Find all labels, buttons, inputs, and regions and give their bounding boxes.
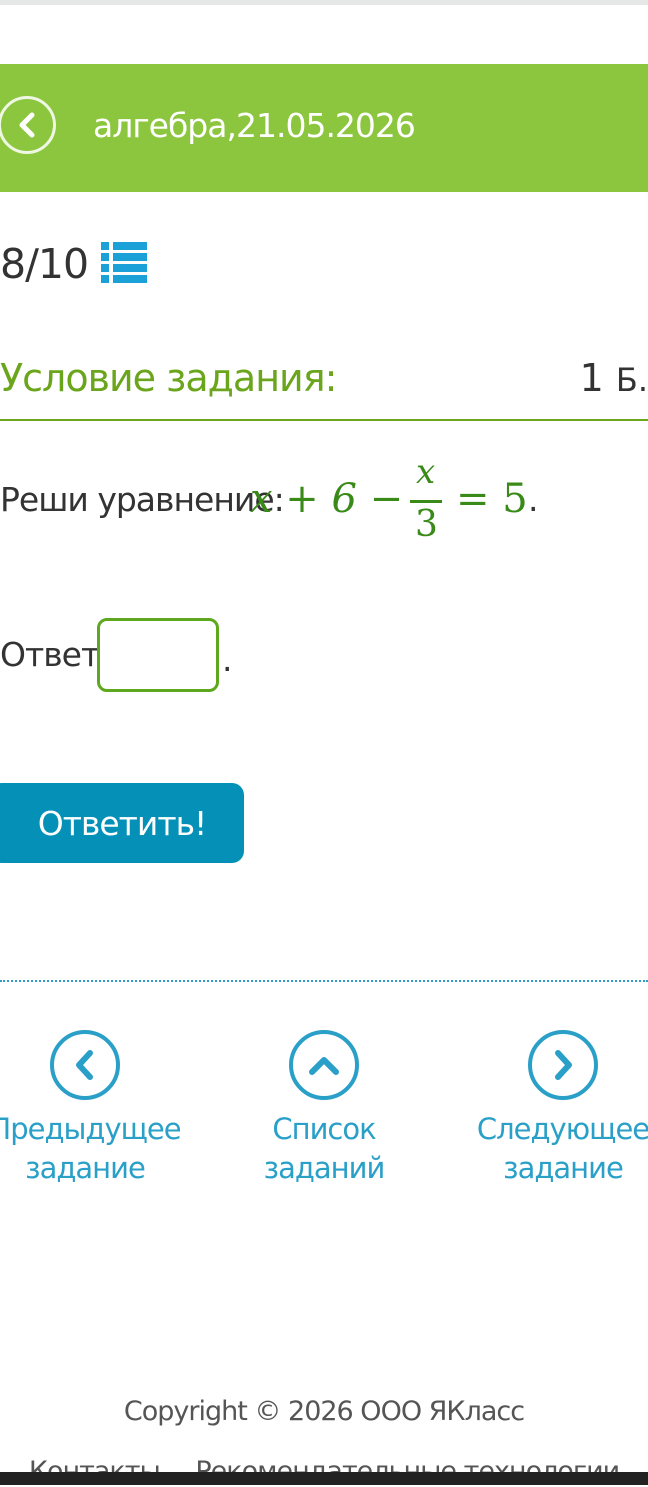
top-divider — [0, 0, 648, 5]
submit-button[interactable]: Ответить! — [0, 783, 244, 863]
answer-input[interactable] — [97, 618, 219, 692]
fraction-denominator: 3 — [415, 504, 438, 545]
next-circle[interactable] — [528, 1030, 598, 1100]
chevron-left-icon — [76, 1050, 93, 1080]
points-unit: Б. — [615, 361, 648, 399]
list-label-line1: Список — [272, 1112, 376, 1146]
prev-circle[interactable] — [50, 1030, 120, 1100]
task-prompt: Реши уравнение: — [0, 480, 285, 519]
answer-label: Ответ: — [0, 635, 110, 674]
equation-rhs: = 5 — [456, 476, 528, 522]
copyright-text: Copyright © 2026 ООО ЯКласс — [123, 1396, 525, 1427]
list-icon[interactable] — [101, 242, 147, 284]
list-label-line2: заданий — [263, 1151, 386, 1185]
task-period: . — [528, 480, 539, 519]
page-title: алгебра,21.05.2026 — [93, 106, 416, 145]
bottom-bar — [0, 1472, 648, 1485]
next-label[interactable]: Следующее задание — [463, 1110, 648, 1188]
chevron-left-icon — [19, 112, 35, 138]
next-label-line2: задание — [503, 1151, 624, 1185]
list-circle[interactable] — [289, 1030, 359, 1100]
fraction-bar — [410, 500, 442, 503]
task-list-link[interactable]: Список заданий — [224, 1030, 424, 1188]
chevron-right-icon — [555, 1050, 572, 1080]
nav-divider — [0, 980, 648, 982]
equation-lhs: x + 6 − — [250, 476, 404, 522]
back-button[interactable] — [0, 96, 56, 154]
prev-label[interactable]: Предыдущее задание — [0, 1110, 185, 1188]
points-badge: 1 Б. — [580, 356, 648, 400]
prev-label-line2: задание — [25, 1151, 146, 1185]
prev-label-line1: Предыдущее — [0, 1112, 182, 1146]
task-progress: 8/10 — [0, 240, 89, 288]
fraction-numerator: x — [416, 452, 436, 492]
points-value: 1 — [579, 356, 604, 400]
answer-period: . — [222, 640, 233, 679]
prev-task-link[interactable]: Предыдущее задание — [0, 1030, 185, 1188]
next-task-link[interactable]: Следующее задание — [463, 1030, 648, 1188]
condition-title: Условие задания: — [0, 356, 337, 400]
next-label-line1: Следующее — [476, 1112, 648, 1146]
condition-divider — [0, 419, 648, 421]
chevron-up-icon — [309, 1057, 339, 1075]
header-bar: алгебра,21.05.2026 — [0, 64, 648, 192]
list-label[interactable]: Список заданий — [224, 1110, 424, 1188]
